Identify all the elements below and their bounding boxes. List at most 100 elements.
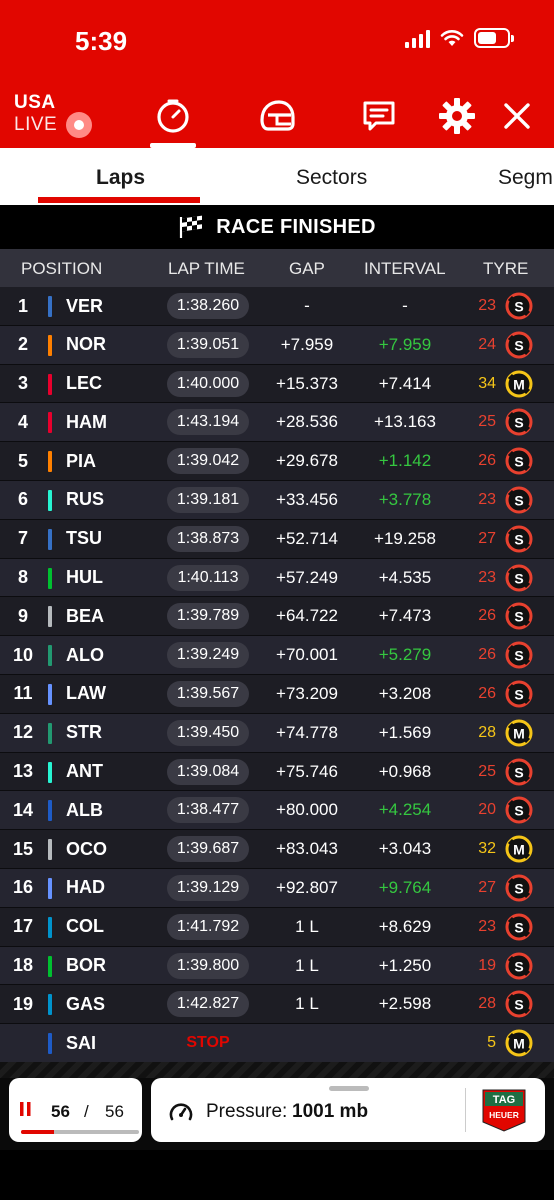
row-position: 19	[12, 993, 34, 1014]
interval-value: +1.142	[378, 451, 432, 471]
tyre-compound-letter: S	[514, 919, 523, 935]
table-row[interactable]: 8 HUL 1:40.113 +57.249 +4.535 23 S	[0, 558, 554, 598]
table-row[interactable]: 17 COL 1:41.792 1 L +8.629 23 S	[0, 907, 554, 947]
tyre-age: 20	[478, 801, 496, 819]
wifi-icon	[440, 30, 464, 46]
drag-handle[interactable]	[329, 1086, 369, 1091]
live-country: USA	[14, 92, 56, 113]
tab-segments[interactable]: Segm	[498, 166, 553, 190]
row-position: 5	[17, 450, 28, 471]
lap-separator: /	[84, 1102, 89, 1121]
row-position: 10	[12, 644, 34, 665]
checkered-flag-icon	[180, 215, 203, 238]
table-row[interactable]: 11 LAW 1:39.567 +73.209 +3.208 26 S	[0, 674, 554, 714]
close-icon[interactable]	[497, 96, 537, 136]
gear-icon[interactable]	[437, 96, 477, 136]
pause-flag-icon	[20, 1102, 31, 1116]
lap-time: 1:39.789	[167, 603, 249, 630]
tab-sectors[interactable]: Sectors	[296, 166, 367, 190]
team-color-bar	[48, 839, 52, 861]
tyre-compound-letter: M	[513, 376, 525, 392]
table-row[interactable]: 7 TSU 1:38.873 +52.714 +19.258 27 S	[0, 519, 554, 559]
gap-value: +57.249	[276, 567, 338, 587]
timer-icon[interactable]	[153, 96, 193, 136]
tyre-age: 25	[478, 413, 496, 431]
driver-code: HAM	[66, 411, 107, 432]
interval-value: +7.959	[378, 334, 432, 354]
timing-table: 1 VER 1:38.260 - - 23 S 2 NOR 1:39.051 +7.959 +7.95…	[0, 287, 554, 1063]
row-position: 18	[12, 955, 34, 976]
table-row[interactable]: 13 ANT 1:39.084 +75.746 +0.968 25 S	[0, 752, 554, 792]
lap-time: 1:41.792	[167, 913, 249, 940]
driver-code: LEC	[66, 373, 102, 394]
team-color-bar	[48, 994, 52, 1016]
team-color-bar	[48, 761, 52, 783]
gap-value: +29.678	[276, 451, 338, 471]
tyre-compound-icon: S	[505, 990, 533, 1018]
interval-value: +1.569	[378, 722, 432, 742]
weather-card[interactable]: Pressure: 1001 mb TAG HEUER	[151, 1078, 545, 1142]
table-row[interactable]: 16 HAD 1:39.129 +92.807 +9.764 27 S	[0, 868, 554, 908]
tyre-compound-icon: M	[505, 370, 533, 398]
table-row[interactable]: 1 VER 1:38.260 - - 23 S	[0, 287, 554, 326]
table-row[interactable]: 10 ALO 1:39.249 +70.001 +5.279 26 S	[0, 636, 554, 675]
lap-time: 1:39.129	[167, 874, 249, 901]
table-row[interactable]: 9 BEA 1:39.789 +64.722 +7.473 26 S	[0, 597, 554, 637]
interval-value: +7.473	[378, 606, 432, 626]
lap-time: 1:39.567	[167, 680, 249, 707]
gap-value: 1 L	[295, 916, 319, 936]
tyre-compound-letter: S	[514, 997, 523, 1013]
table-row[interactable]: 3 LEC 1:40.000 +15.373 +7.414 34 M	[0, 364, 554, 404]
lap-time: 1:39.800	[167, 952, 249, 979]
interval-value: +4.535	[378, 567, 432, 587]
lap-time: 1:43.194	[167, 409, 249, 436]
tyre-compound-icon: M	[505, 1029, 533, 1057]
table-row[interactable]: 14 ALB 1:38.477 +80.000 +4.254 20 S	[0, 791, 554, 831]
lap-time: 1:39.687	[167, 836, 249, 863]
table-row[interactable]: 6 RUS 1:39.181 +33.456 +3.778 23 S	[0, 480, 554, 520]
live-indicator[interactable]: USA LIVE	[14, 92, 57, 136]
row-position: 11	[13, 683, 33, 704]
tyre-age: 28	[478, 723, 496, 741]
tab-laps[interactable]: Laps	[96, 166, 145, 190]
tyre-compound-letter: S	[514, 803, 523, 819]
driver-code: OCO	[66, 838, 108, 859]
gap-value: +92.807	[276, 877, 338, 897]
table-row[interactable]: 18 BOR 1:39.800 1 L +1.250 19 S	[0, 946, 554, 986]
gap-value: +33.456	[276, 489, 338, 509]
table-row[interactable]: SAI STOP 5 M	[0, 1024, 554, 1063]
lap-progress-track	[21, 1130, 139, 1134]
row-position: 8	[17, 567, 28, 588]
table-row[interactable]: 12 STR 1:39.450 +74.778 +1.569 28 M	[0, 713, 554, 753]
table-row[interactable]: 19 GAS 1:42.827 1 L +2.598 28 S	[0, 985, 554, 1025]
row-position: 15	[12, 838, 34, 859]
lap-counter-card[interactable]: 56 / 56	[9, 1078, 142, 1142]
gap-value: -	[304, 296, 310, 315]
team-color-bar	[48, 528, 52, 550]
team-color-bar	[48, 606, 52, 628]
interval-value: +3.208	[378, 683, 432, 703]
tyre-compound-icon: S	[505, 874, 533, 902]
tyre-compound-letter: S	[514, 686, 523, 702]
lap-progress-fill	[21, 1130, 55, 1134]
lap-time: 1:39.051	[167, 331, 249, 358]
status-icons	[405, 28, 514, 48]
lap-time: 1:39.249	[167, 642, 249, 669]
table-row[interactable]: 2 NOR 1:39.051 +7.959 +7.959 24 S	[0, 325, 554, 365]
tyre-age: 24	[478, 335, 496, 353]
driver-code: STR	[66, 722, 102, 743]
table-row[interactable]: 4 HAM 1:43.194 +28.536 +13.163 25 S	[0, 403, 554, 443]
message-icon[interactable]	[359, 96, 399, 136]
tyre-compound-icon: S	[505, 796, 533, 824]
tyre-compound-letter: S	[514, 764, 523, 780]
live-label: LIVE	[14, 114, 58, 135]
interval-value: +4.254	[378, 800, 432, 820]
table-row[interactable]: 5 PIA 1:39.042 +29.678 +1.142 26 S	[0, 442, 554, 481]
lap-time: 1:39.084	[167, 758, 249, 785]
team-color-bar	[48, 296, 52, 317]
team-color-bar	[48, 334, 52, 356]
driver-code: NOR	[66, 334, 106, 355]
helmet-icon[interactable]	[257, 96, 297, 136]
table-row[interactable]: 15 OCO 1:39.687 +83.043 +3.043 32 M	[0, 830, 554, 869]
table-header: POSITION LAP TIME GAP INTERVAL TYRE	[0, 249, 554, 287]
